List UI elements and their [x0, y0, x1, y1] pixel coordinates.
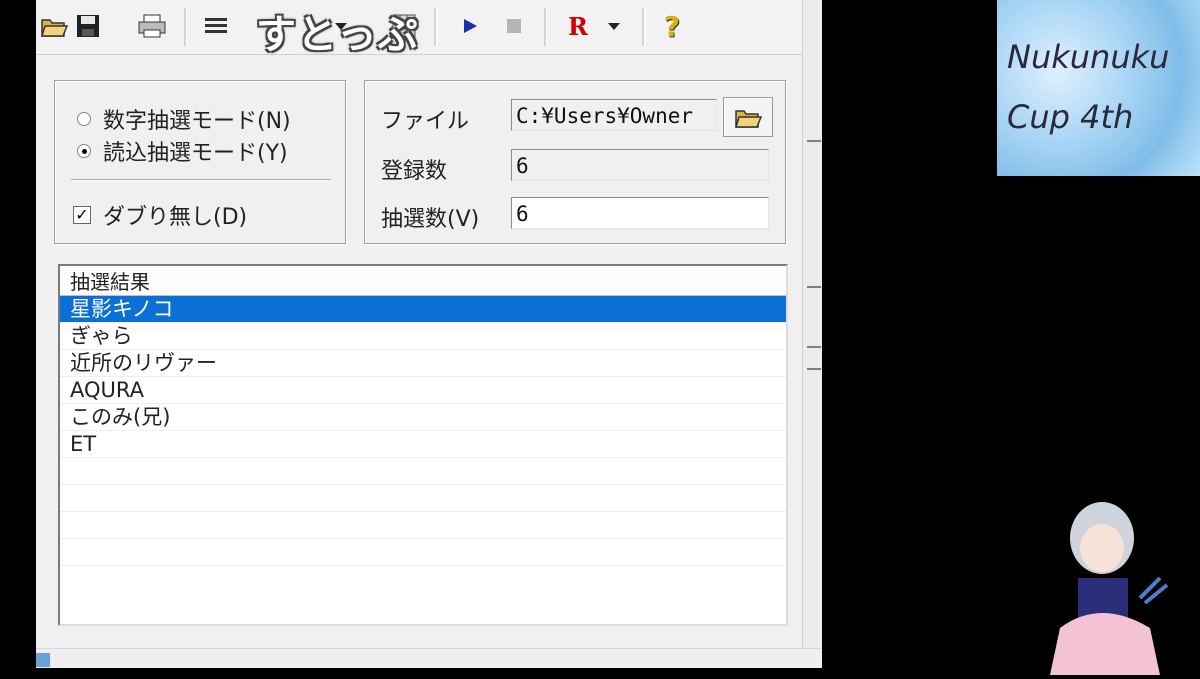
- play-icon[interactable]: [454, 10, 486, 42]
- results-column-header[interactable]: 抽選結果: [60, 266, 786, 296]
- file-label: ファイル: [381, 109, 470, 134]
- list-item[interactable]: 近所のリヴァー: [60, 350, 786, 377]
- sort-icon[interactable]: z: [202, 10, 279, 42]
- browse-file-button[interactable]: [723, 97, 773, 137]
- draw-count-label: 抽選数(V): [381, 207, 480, 232]
- open-folder-icon[interactable]: [38, 10, 70, 42]
- list-item[interactable]: AQURA: [60, 377, 786, 404]
- divider: [71, 179, 331, 181]
- file-groupbox: ファイル C:¥Users¥Owner 登録数 6 抽選数(V) 6: [364, 80, 786, 244]
- print-icon[interactable]: [136, 10, 168, 42]
- lottery-app-window: z R ? すとっぷ 数字抽選モード(N) 読込抽選モード(Y) ✓ ダブり無し…: [36, 0, 822, 668]
- list-item[interactable]: ぎゃら: [60, 323, 786, 350]
- list-item[interactable]: 星影キノコ: [60, 296, 786, 323]
- help-icon[interactable]: ?: [656, 10, 688, 43]
- radio-button-selected[interactable]: [77, 144, 91, 158]
- empty-row: [60, 539, 786, 566]
- registered-count-field: 6: [511, 149, 769, 181]
- mascot-character-image: [1030, 498, 1170, 675]
- toolbar-separator: [544, 8, 547, 46]
- empty-row: [60, 485, 786, 512]
- logo-line-2: Cup 4th: [1007, 98, 1134, 136]
- save-icon[interactable]: [72, 10, 104, 42]
- results-listview[interactable]: 抽選結果 星影キノコ ぎゃら 近所のリヴァー AQURA このみ(兄) ET: [58, 264, 788, 626]
- edge-mark: [807, 368, 821, 370]
- cup-logo: Nukunuku Cup 4th: [997, 0, 1200, 176]
- registered-count-label: 登録数: [381, 159, 448, 184]
- right-edge-panel: [802, 0, 822, 668]
- toolbar-separator: [184, 8, 187, 46]
- logo-line-1: Nukunuku: [1007, 38, 1170, 76]
- no-duplicates-checkbox[interactable]: ✓ ダブり無し(D): [73, 199, 247, 231]
- empty-row: [60, 512, 786, 539]
- toolbar: z R ? すとっぷ: [36, 0, 822, 58]
- status-indicator: [36, 653, 50, 667]
- edge-mark: [807, 286, 821, 288]
- edge-mark: [807, 140, 821, 142]
- edge-mark: [807, 346, 821, 348]
- dropdown-icon[interactable]: [602, 10, 626, 42]
- radio-button[interactable]: [77, 112, 91, 126]
- open-folder-icon: [734, 110, 763, 128]
- checkbox-checked[interactable]: ✓: [73, 206, 91, 224]
- list-item[interactable]: このみ(兄): [60, 404, 786, 431]
- stop-icon[interactable]: [498, 10, 530, 42]
- list-item[interactable]: ET: [60, 431, 786, 458]
- toolbar-separator: [642, 8, 645, 46]
- radio-number-mode[interactable]: 数字抽選モード(N): [77, 103, 291, 135]
- empty-row: [60, 458, 786, 485]
- radio-read-mode-label: 読込抽選モード(Y): [103, 141, 288, 166]
- status-bar: [36, 648, 822, 668]
- no-duplicates-label: ダブり無し(D): [103, 205, 248, 230]
- r-icon[interactable]: R: [562, 10, 594, 42]
- file-path-field[interactable]: C:¥Users¥Owner: [511, 99, 717, 131]
- mode-groupbox: 数字抽選モード(N) 読込抽選モード(Y) ✓ ダブり無し(D): [54, 80, 346, 244]
- draw-count-input[interactable]: 6: [511, 197, 769, 229]
- radio-read-mode[interactable]: 読込抽選モード(Y): [77, 135, 288, 167]
- radio-number-mode-label: 数字抽選モード(N): [103, 109, 291, 134]
- stream-title-overlay: すとっぷ: [256, 12, 419, 58]
- results-header-label: 抽選結果: [70, 270, 150, 294]
- toolbar-separator: [434, 8, 437, 46]
